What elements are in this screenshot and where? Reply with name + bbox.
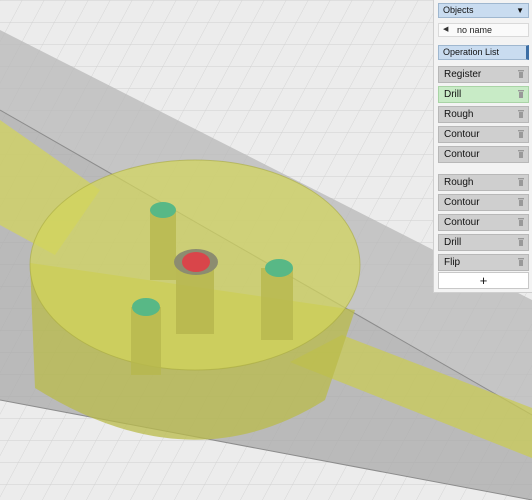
operation-label: Register [444,69,482,80]
operation-label: Rough [444,109,474,120]
operation-list-title: Operation List [443,47,500,57]
operation-label: Drill [444,89,462,100]
operation-label: Contour [444,217,480,228]
object-name: no name [457,25,493,35]
operation-list-header: Operation List [438,45,529,60]
operation-label: Flip [444,257,461,268]
drill-pin-1 [150,210,176,280]
trash-icon[interactable] [518,150,524,158]
objects-dropdown[interactable]: Objects ▼ [438,3,529,18]
drill-pin-3 [131,307,161,375]
operation-item[interactable]: Contour [438,126,529,143]
drill-point-3[interactable] [132,298,160,316]
trash-icon[interactable] [518,178,524,186]
operation-item[interactable]: Register [438,66,529,83]
operation-label: Drill [444,237,462,248]
trash-icon[interactable] [518,90,524,98]
trash-icon[interactable] [518,198,524,206]
objects-title: Objects [443,5,474,15]
add-operation-button[interactable]: + [438,272,529,289]
trash-icon[interactable] [518,258,524,266]
operation-item[interactable]: Flip [438,254,529,271]
operation-label: Contour [444,129,480,140]
drill-point-1[interactable] [150,202,176,218]
trash-icon[interactable] [518,110,524,118]
operation-item-active[interactable]: Drill [438,86,529,103]
operation-item[interactable]: Contour [438,194,529,211]
operation-item[interactable]: Rough [438,174,529,191]
operation-item[interactable]: Drill [438,234,529,251]
trash-icon[interactable] [518,70,524,78]
selected-drill-point[interactable] [182,252,210,272]
collapse-triangle-icon[interactable]: ◀ [443,24,448,36]
trash-icon[interactable] [518,218,524,226]
trash-icon[interactable] [518,130,524,138]
operation-item[interactable]: Rough [438,106,529,123]
operation-label: Contour [444,149,480,160]
operation-item[interactable]: Contour [438,146,529,163]
operation-item[interactable]: Contour [438,214,529,231]
drill-point-2[interactable] [265,259,293,277]
operation-label: Rough [444,177,474,188]
chevron-down-icon: ▼ [516,6,524,15]
trash-icon[interactable] [518,238,524,246]
operation-label: Contour [444,197,480,208]
object-name-row[interactable]: ◀ no name [438,23,529,37]
drill-pin-2 [261,268,293,340]
plus-icon: + [479,273,488,288]
operations-sidebar: Objects ▼ ◀ no name Operation List Regis… [433,0,532,293]
